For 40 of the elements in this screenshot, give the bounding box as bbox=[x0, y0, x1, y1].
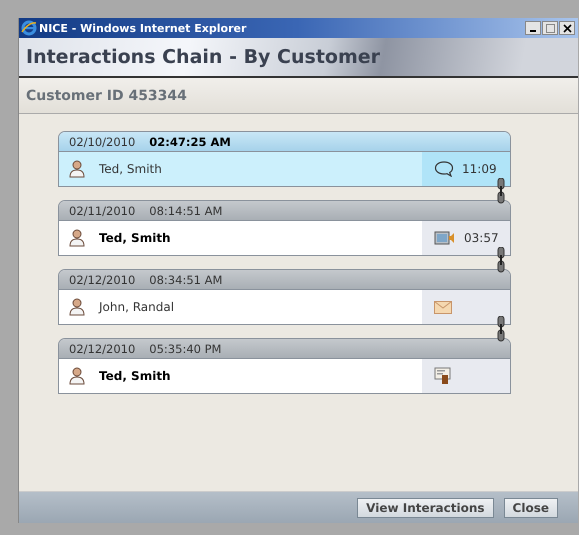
window-title: NICE - Windows Internet Explorer bbox=[39, 22, 248, 34]
interaction-card[interactable]: 02/11/2010 08:14:51 AM Ted, Smith 03:57 bbox=[58, 200, 511, 256]
video-speaker-icon bbox=[434, 230, 456, 246]
chain-link-icon bbox=[497, 178, 505, 204]
contact-name: Ted, Smith bbox=[99, 162, 163, 176]
maximize-icon bbox=[546, 24, 554, 32]
interaction-card[interactable]: 02/12/2010 05:35:40 PM Ted, Smith bbox=[58, 338, 511, 394]
person-icon bbox=[69, 367, 85, 385]
interaction-time: 08:14:51 AM bbox=[149, 204, 222, 218]
chain-link-icon bbox=[497, 247, 505, 273]
minimize-button[interactable] bbox=[525, 21, 541, 35]
person-icon bbox=[69, 160, 85, 178]
interaction-date: 02/12/2010 bbox=[69, 342, 136, 356]
action-button[interactable]: View Interactions bbox=[357, 498, 494, 518]
contact-name: Ted, Smith bbox=[99, 231, 172, 245]
envelope-icon bbox=[434, 300, 452, 314]
chain-link-icon bbox=[497, 316, 505, 342]
interaction-time: 02:47:25 AM bbox=[149, 134, 231, 148]
browser-logo-icon bbox=[21, 20, 37, 36]
interaction-card[interactable]: 02/10/2010 02:47:25 AM Ted, Smith 11:09 bbox=[58, 131, 511, 187]
minimize-icon bbox=[530, 30, 536, 32]
page-title: Interactions Chain - By Customer bbox=[26, 46, 380, 68]
chat-bubble-icon bbox=[434, 161, 454, 177]
interaction-date: 02/12/2010 bbox=[69, 272, 136, 286]
interaction-date: 02/10/2010 bbox=[69, 134, 136, 148]
person-icon bbox=[69, 229, 85, 247]
document-icon bbox=[434, 367, 452, 385]
interaction-date: 02/11/2010 bbox=[69, 204, 136, 218]
close-icon bbox=[562, 24, 572, 32]
contact-name: Ted, Smith bbox=[99, 369, 172, 383]
customer-id: Customer ID 453344 bbox=[26, 88, 187, 104]
duration: 03:57 bbox=[464, 231, 499, 245]
close-button[interactable] bbox=[559, 21, 575, 35]
interaction-card[interactable]: 02/12/2010 08:34:51 AM John, Randal bbox=[58, 269, 511, 325]
person-icon bbox=[69, 298, 85, 316]
contact-name: John, Randal bbox=[99, 300, 176, 314]
interaction-time: 08:34:51 AM bbox=[149, 272, 222, 286]
interaction-time: 05:35:40 PM bbox=[149, 342, 222, 356]
duration: 11:09 bbox=[462, 162, 497, 176]
action-button[interactable]: Close bbox=[504, 498, 558, 518]
